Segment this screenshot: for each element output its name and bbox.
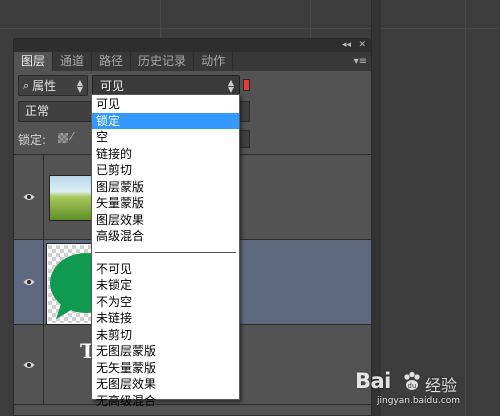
option-locked[interactable]: 锁定 — [92, 112, 239, 129]
filter-kind-label: 属性 — [32, 79, 57, 93]
filter-visibility-select[interactable]: 可见 ▲ ▼ — [92, 75, 240, 96]
chevron-updown-icon: ▲ ▼ — [227, 77, 234, 94]
option-not-visible[interactable]: 不可见 — [92, 261, 239, 278]
filter-toggle-switch[interactable] — [243, 79, 250, 91]
option-not-locked[interactable]: 未锁定 — [92, 277, 239, 294]
option-empty[interactable]: 空 — [92, 129, 239, 146]
tab-paths[interactable]: 路径 — [92, 52, 132, 71]
option-vector-mask[interactable]: 矢量蒙版 — [92, 195, 239, 212]
panel-title-bar: ◂◂ ✕ — [14, 39, 371, 52]
panel-menu-icon[interactable]: ▾≡ — [354, 52, 367, 71]
option-no-layer-effects[interactable]: 无图层效果 — [92, 376, 239, 393]
eye-icon — [23, 194, 34, 200]
lock-label: 锁定: — [18, 133, 47, 147]
blend-mode-select[interactable]: 正常 — [18, 101, 100, 122]
filter-visibility-value: 可见 — [100, 79, 125, 93]
option-visible[interactable]: 可见 — [92, 96, 239, 113]
search-icon: ⌕ — [23, 78, 30, 92]
option-no-advanced-blending[interactable]: 无高级混合 — [92, 393, 239, 410]
option-not-linked[interactable]: 未链接 — [92, 310, 239, 327]
tab-actions[interactable]: 动作 — [194, 52, 234, 71]
visibility-dropdown-list: 可见 锁定 空 链接的 已剪切 图层蒙版 矢量蒙版 图层效果 高级混合 不可见 … — [91, 94, 240, 408]
panel-tabs: 图层 通道 路径 历史记录 动作 ▾≡ — [14, 52, 371, 71]
option-advanced-blending[interactable]: 高级混合 — [92, 228, 239, 245]
eye-icon — [23, 279, 34, 285]
option-no-layer-mask[interactable]: 无图层蒙版 — [92, 343, 239, 360]
filter-kind-select[interactable]: ⌕ 属性 ▲ ▼ — [18, 75, 88, 96]
close-icon[interactable]: ✕ — [358, 39, 366, 52]
workspace-scrollbar[interactable] — [371, 0, 381, 416]
visibility-toggle[interactable] — [14, 325, 44, 404]
visibility-toggle[interactable] — [14, 155, 44, 239]
baidu-jingyan-watermark: Bai du 经验 jingyan.baidu.com — [355, 369, 495, 413]
tab-history[interactable]: 历史记录 — [131, 52, 195, 71]
workspace-gridline — [0, 28, 500, 29]
option-not-empty[interactable]: 不为空 — [92, 294, 239, 311]
svg-text:du: du — [408, 382, 417, 390]
option-layer-effects[interactable]: 图层效果 — [92, 212, 239, 229]
eye-icon — [23, 361, 34, 368]
lock-transparent-icon[interactable] — [58, 133, 68, 143]
tab-layers[interactable]: 图层 — [14, 52, 54, 71]
collapse-icon[interactable]: ◂◂ — [342, 39, 351, 52]
paw-icon: du — [404, 371, 420, 390]
workspace-gridline — [465, 0, 466, 416]
dropdown-separator — [95, 251, 236, 253]
watermark-logo-text: Bai — [355, 369, 391, 393]
watermark-suffix: 经验 — [425, 376, 458, 395]
option-clipped[interactable]: 已剪切 — [92, 162, 239, 179]
visibility-toggle[interactable] — [14, 240, 44, 324]
watermark-url: jingyan.baidu.com — [377, 396, 461, 406]
option-no-vector-mask[interactable]: 无矢量蒙版 — [92, 360, 239, 377]
chevron-updown-icon: ▲ ▼ — [76, 77, 83, 94]
option-not-clipped[interactable]: 未剪切 — [92, 327, 239, 344]
option-layer-mask[interactable]: 图层蒙版 — [92, 179, 239, 196]
lock-pixels-icon[interactable]: ⁄ — [71, 130, 73, 143]
option-linked[interactable]: 链接的 — [92, 146, 239, 163]
tab-channels[interactable]: 通道 — [53, 52, 93, 71]
